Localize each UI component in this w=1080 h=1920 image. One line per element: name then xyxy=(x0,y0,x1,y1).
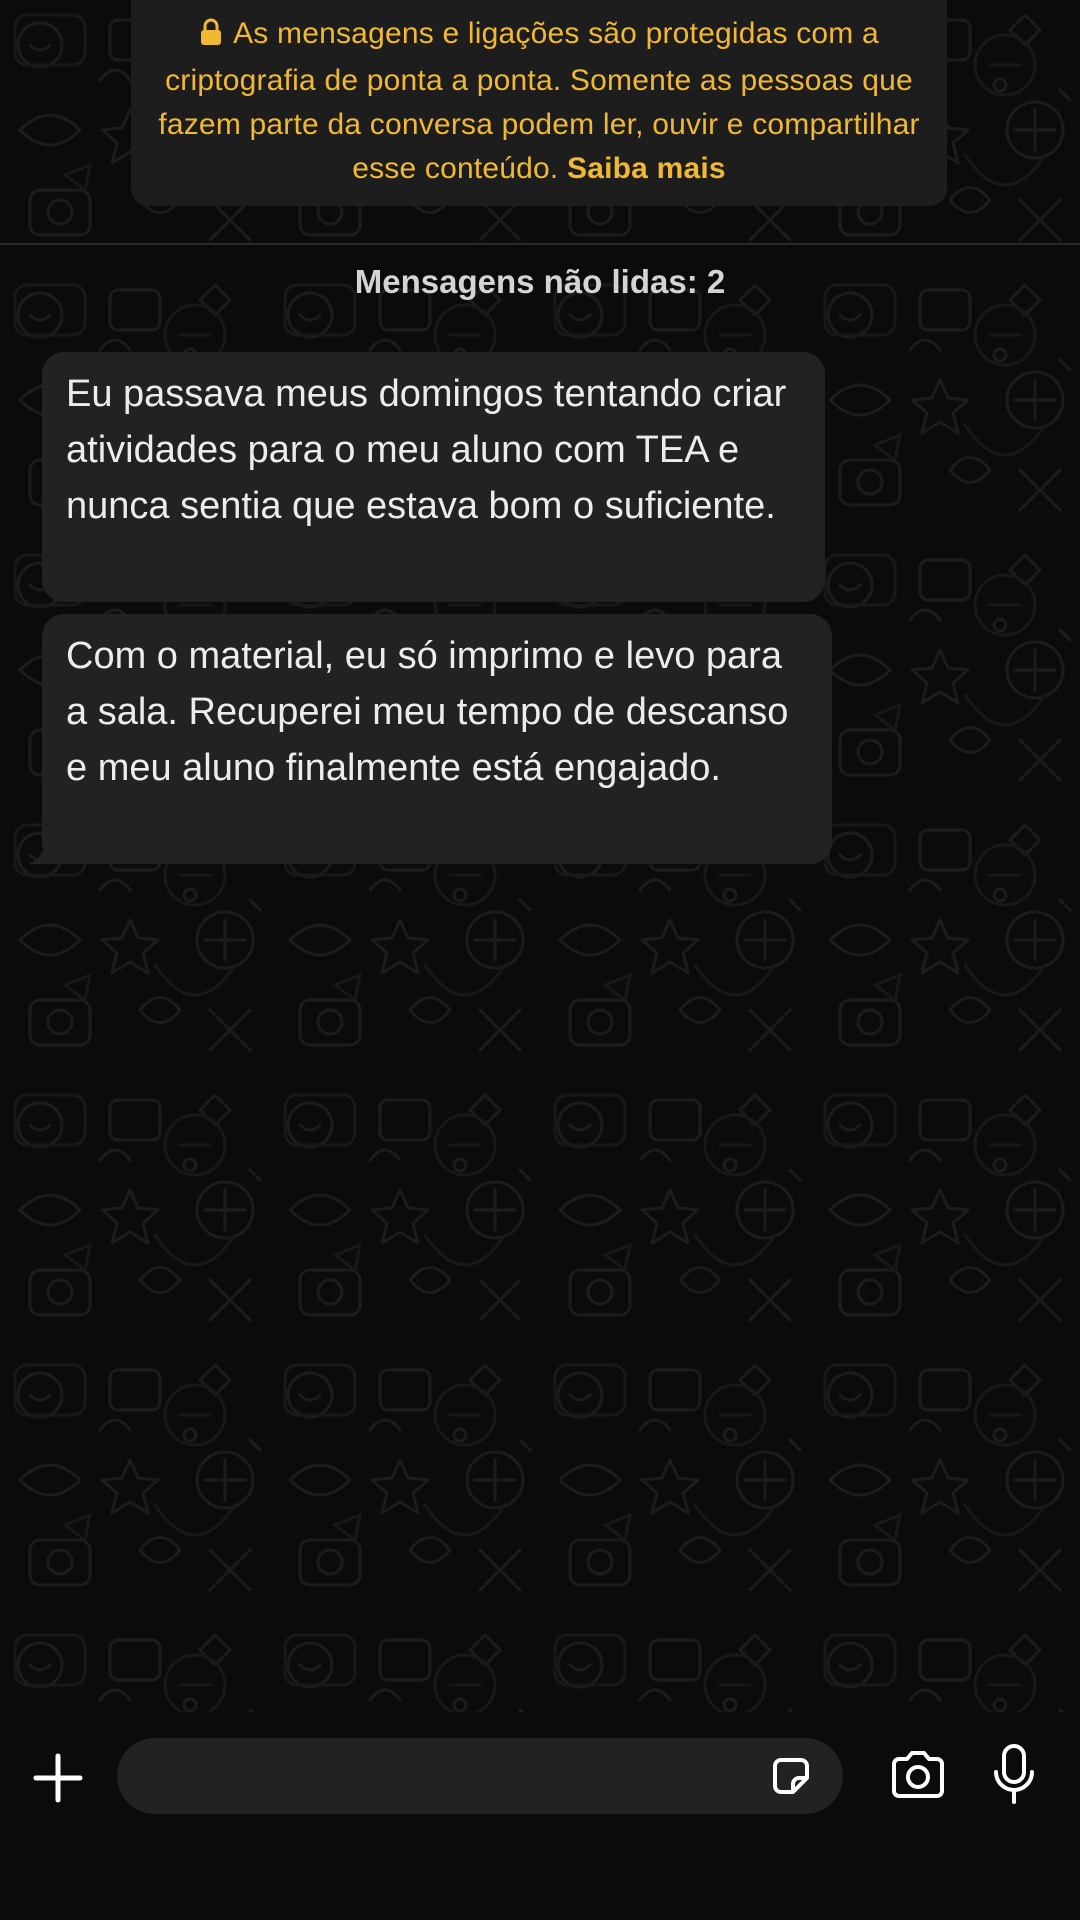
message-bubble[interactable]: Eu passava meus domingos tentando criar … xyxy=(42,352,825,602)
message-bubble[interactable]: Com o material, eu só imprimo e levo par… xyxy=(28,614,832,864)
encryption-notice[interactable]: As mensagens e ligações são protegidas c… xyxy=(131,0,947,206)
lock-icon xyxy=(199,15,223,59)
sticker-icon[interactable] xyxy=(767,1752,815,1800)
message-text: Eu passava meus domingos tentando criar … xyxy=(66,373,787,527)
chat-screen: As mensagens e ligações são protegidas c… xyxy=(0,0,1080,1920)
microphone-icon[interactable] xyxy=(990,1742,1038,1808)
bubble-tail xyxy=(28,834,58,864)
encryption-notice-text: As mensagens e ligações são protegidas c… xyxy=(158,17,920,185)
message-input[interactable] xyxy=(117,1738,843,1814)
unread-messages-label: Mensagens não lidas: 2 xyxy=(354,263,726,300)
plus-icon[interactable] xyxy=(28,1748,88,1808)
unread-divider-line xyxy=(0,243,1080,245)
learn-more-link[interactable]: Saiba mais xyxy=(567,152,726,185)
message-text: Com o material, eu só imprimo e levo par… xyxy=(66,635,789,789)
camera-icon[interactable] xyxy=(888,1746,948,1804)
